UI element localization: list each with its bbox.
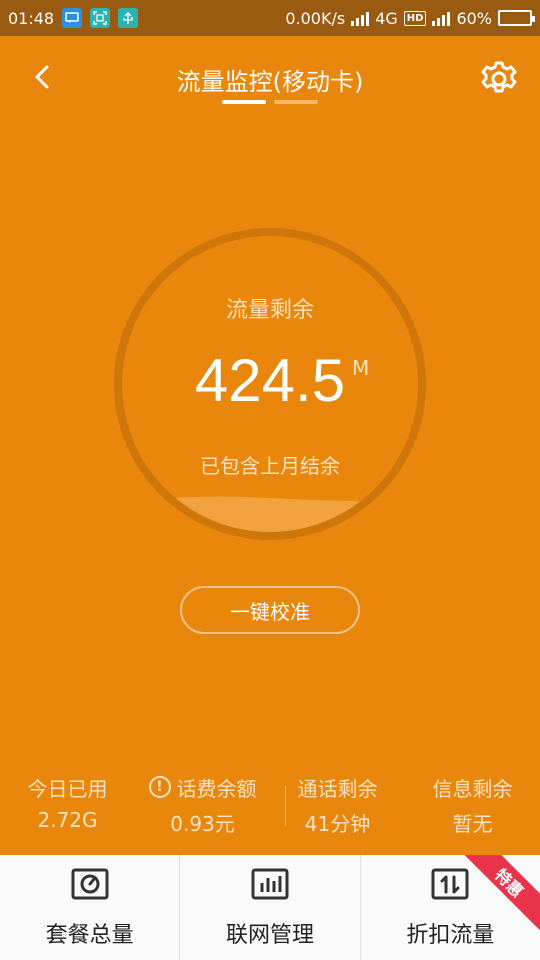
- page-dot-inactive[interactable]: [274, 100, 318, 104]
- stat-balance[interactable]: ! 话费余额 0.93元: [135, 770, 270, 850]
- battery-icon: [498, 10, 535, 26]
- battery-percent: 60%: [456, 8, 492, 28]
- calibrate-button[interactable]: 一键校准: [180, 586, 360, 634]
- nav-label: 折扣流量: [406, 922, 495, 948]
- signal-icon: [432, 10, 451, 26]
- stat-label: 信息剩余: [432, 776, 513, 801]
- status-bar: 01:48 0.00K/s 4G HD 60%: [0, 0, 540, 36]
- stat-call-remaining[interactable]: 通话剩余 41分钟: [270, 770, 405, 850]
- stat-value: 0.93元: [170, 812, 235, 836]
- page-title: 流量监控(移动卡): [176, 68, 364, 96]
- page-dot-active[interactable]: [222, 100, 266, 104]
- header: 流量监控(移动卡): [0, 36, 540, 120]
- stat-value: 41分钟: [304, 812, 371, 836]
- nav-label: 联网管理: [225, 922, 314, 948]
- transfer-icon: [431, 868, 469, 899]
- nav-discount-data[interactable]: 折扣流量 特惠: [361, 855, 540, 960]
- alert-circle-icon: !: [148, 776, 171, 798]
- page-indicator: [222, 100, 318, 104]
- gauge-icon: [71, 868, 109, 899]
- stat-label: 通话剩余: [297, 776, 378, 801]
- network-speed: 0.00K/s: [285, 8, 346, 28]
- bottom-nav: 套餐总量 联网管理 折扣流量 特惠: [0, 855, 540, 960]
- data-remaining-unit: M: [352, 356, 370, 380]
- stat-today-used[interactable]: 今日已用 2.72G: [0, 770, 135, 850]
- stat-value: 2.72G: [37, 808, 98, 832]
- stat-label: 今日已用: [27, 776, 108, 801]
- stats-row: 今日已用 2.72G ! 话费余额 0.93元 通话剩余 41分钟 信息剩余 暂无: [0, 770, 540, 850]
- stat-label: 话费余额: [176, 776, 257, 801]
- scan-icon: [90, 8, 111, 28]
- gear-icon: [481, 61, 517, 93]
- nav-label: 套餐总量: [45, 922, 134, 948]
- nav-network-manage[interactable]: 联网管理: [180, 855, 361, 960]
- hd-badge: HD: [403, 10, 427, 26]
- ring-label: 流量剩余: [225, 298, 314, 323]
- chat-icon: [62, 8, 83, 28]
- ring-value: 424.5 M: [0, 346, 540, 415]
- nav-package-total[interactable]: 套餐总量: [0, 855, 181, 960]
- stat-sms-remaining[interactable]: 信息剩余 暂无: [405, 770, 540, 850]
- stats-divider: [285, 786, 286, 826]
- ring-subtitle: 已包含上月结余: [200, 454, 340, 478]
- status-time: 01:48: [8, 8, 55, 28]
- data-remaining-value: 424.5: [194, 347, 346, 414]
- stat-value: 暂无: [452, 812, 493, 836]
- bar-chart-icon: [251, 868, 289, 899]
- network-type: 4G: [375, 8, 398, 28]
- settings-button[interactable]: [480, 60, 518, 98]
- signal-icon: [351, 10, 370, 26]
- usb-icon: [118, 8, 139, 28]
